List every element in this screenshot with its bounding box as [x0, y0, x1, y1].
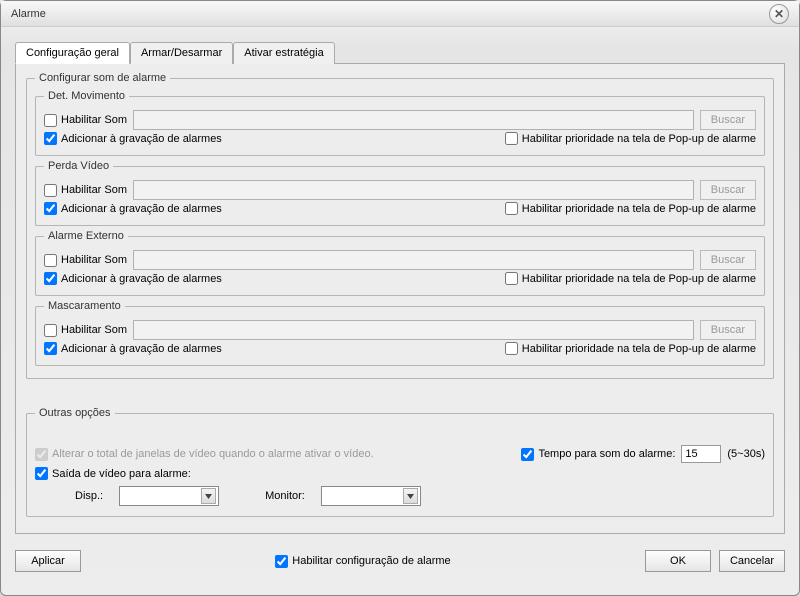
content-area: Configuração geral Armar/Desarmar Ativar…: [1, 27, 799, 542]
video-out-option[interactable]: Saída de vídeo para alarme:: [35, 467, 191, 480]
motion-popup-priority[interactable]: Habilitar prioridade na tela de Pop-up d…: [505, 132, 756, 145]
tab-panel-general: Configurar som de alarme Det. Movimento …: [15, 64, 785, 534]
videoloss-enable-sound[interactable]: Habilitar Som: [44, 184, 127, 197]
enable-alarm-config-label: Habilitar configuração de alarme: [292, 555, 450, 567]
videoloss-add-record-checkbox[interactable]: [44, 202, 57, 215]
change-windows-label: Alterar o total de janelas de vídeo quan…: [52, 448, 374, 460]
motion-add-record-checkbox[interactable]: [44, 132, 57, 145]
chevron-down-icon: [201, 488, 216, 504]
external-add-record-checkbox[interactable]: [44, 272, 57, 285]
monitor-select[interactable]: [321, 486, 421, 506]
external-enable-sound[interactable]: Habilitar Som: [44, 254, 127, 267]
footer: Aplicar Habilitar configuração de alarme…: [1, 542, 799, 582]
change-windows-checkbox: [35, 448, 48, 461]
chevron-down-icon: [403, 488, 418, 504]
masking-enable-sound[interactable]: Habilitar Som: [44, 324, 127, 337]
videoloss-enable-sound-label: Habilitar Som: [61, 184, 127, 196]
time-sound-range: (5~30s): [727, 448, 765, 460]
masking-group: Mascaramento Habilitar Som Buscar Adicio…: [35, 300, 765, 366]
videoloss-popup-priority[interactable]: Habilitar prioridade na tela de Pop-up d…: [505, 202, 756, 215]
close-button[interactable]: ✕: [769, 4, 789, 24]
external-enable-sound-checkbox[interactable]: [44, 254, 57, 267]
motion-enable-sound[interactable]: Habilitar Som: [44, 114, 127, 127]
videoloss-search-button[interactable]: Buscar: [700, 180, 756, 200]
videoloss-popup-priority-checkbox[interactable]: [505, 202, 518, 215]
disp-select[interactable]: [119, 486, 219, 506]
masking-sound-path: [133, 320, 694, 340]
motion-popup-priority-checkbox[interactable]: [505, 132, 518, 145]
external-popup-priority[interactable]: Habilitar prioridade na tela de Pop-up d…: [505, 272, 756, 285]
tab-general[interactable]: Configuração geral: [15, 42, 130, 64]
alarm-window: Alarme ✕ Configuração geral Armar/Desarm…: [0, 0, 800, 596]
video-out-label: Saída de vídeo para alarme:: [52, 468, 191, 480]
masking-popup-priority-checkbox[interactable]: [505, 342, 518, 355]
titlebar: Alarme ✕: [1, 1, 799, 27]
masking-popup-priority[interactable]: Habilitar prioridade na tela de Pop-up d…: [505, 342, 756, 355]
videoloss-enable-sound-checkbox[interactable]: [44, 184, 57, 197]
videoloss-popup-priority-label: Habilitar prioridade na tela de Pop-up d…: [522, 203, 756, 215]
tab-row: Configuração geral Armar/Desarmar Ativar…: [15, 41, 785, 64]
external-add-record-label: Adicionar à gravação de alarmes: [61, 273, 222, 285]
masking-enable-sound-label: Habilitar Som: [61, 324, 127, 336]
motion-add-record-label: Adicionar à gravação de alarmes: [61, 133, 222, 145]
apply-button[interactable]: Aplicar: [15, 550, 81, 572]
motion-search-button[interactable]: Buscar: [700, 110, 756, 130]
other-options-group: Outras opções Alterar o total de janelas…: [26, 407, 774, 517]
videoloss-sound-path: [133, 180, 694, 200]
masking-add-record[interactable]: Adicionar à gravação de alarmes: [44, 342, 222, 355]
masking-search-button[interactable]: Buscar: [700, 320, 756, 340]
masking-add-record-checkbox[interactable]: [44, 342, 57, 355]
external-sound-path: [133, 250, 694, 270]
masking-popup-priority-label: Habilitar prioridade na tela de Pop-up d…: [522, 343, 756, 355]
time-sound-checkbox[interactable]: [521, 448, 534, 461]
motion-enable-sound-checkbox[interactable]: [44, 114, 57, 127]
motion-legend: Det. Movimento: [44, 90, 129, 102]
sound-config-group: Configurar som de alarme Det. Movimento …: [26, 72, 774, 379]
external-add-record[interactable]: Adicionar à gravação de alarmes: [44, 272, 222, 285]
videoloss-group: Perda Vídeo Habilitar Som Buscar Adicion…: [35, 160, 765, 226]
motion-enable-sound-label: Habilitar Som: [61, 114, 127, 126]
external-popup-priority-checkbox[interactable]: [505, 272, 518, 285]
tab-strategy[interactable]: Ativar estratégia: [233, 42, 334, 64]
enable-alarm-config[interactable]: Habilitar configuração de alarme: [275, 555, 450, 568]
external-popup-priority-label: Habilitar prioridade na tela de Pop-up d…: [522, 273, 756, 285]
time-sound-option[interactable]: Tempo para som do alarme:: [521, 448, 675, 461]
external-enable-sound-label: Habilitar Som: [61, 254, 127, 266]
close-icon: ✕: [774, 7, 784, 21]
videoloss-add-record-label: Adicionar à gravação de alarmes: [61, 203, 222, 215]
window-title: Alarme: [11, 8, 46, 20]
videoloss-legend: Perda Vídeo: [44, 160, 113, 172]
motion-sound-path: [133, 110, 694, 130]
ok-button[interactable]: OK: [645, 550, 711, 572]
time-sound-input[interactable]: [681, 445, 721, 463]
enable-alarm-config-checkbox[interactable]: [275, 555, 288, 568]
sound-config-legend: Configurar som de alarme: [35, 72, 170, 84]
cancel-button[interactable]: Cancelar: [719, 550, 785, 572]
time-sound-label: Tempo para som do alarme:: [538, 448, 675, 460]
motion-add-record[interactable]: Adicionar à gravação de alarmes: [44, 132, 222, 145]
monitor-label: Monitor:: [265, 490, 305, 502]
tab-arm[interactable]: Armar/Desarmar: [130, 42, 233, 64]
video-out-checkbox[interactable]: [35, 467, 48, 480]
masking-legend: Mascaramento: [44, 300, 125, 312]
other-options-legend: Outras opções: [35, 407, 115, 419]
masking-add-record-label: Adicionar à gravação de alarmes: [61, 343, 222, 355]
external-legend: Alarme Externo: [44, 230, 128, 242]
motion-popup-priority-label: Habilitar prioridade na tela de Pop-up d…: [522, 133, 756, 145]
change-windows-option: Alterar o total de janelas de vídeo quan…: [35, 448, 374, 461]
external-group: Alarme Externo Habilitar Som Buscar Adic…: [35, 230, 765, 296]
masking-enable-sound-checkbox[interactable]: [44, 324, 57, 337]
external-search-button[interactable]: Buscar: [700, 250, 756, 270]
videoloss-add-record[interactable]: Adicionar à gravação de alarmes: [44, 202, 222, 215]
disp-label: Disp.:: [75, 490, 103, 502]
motion-group: Det. Movimento Habilitar Som Buscar Adic…: [35, 90, 765, 156]
